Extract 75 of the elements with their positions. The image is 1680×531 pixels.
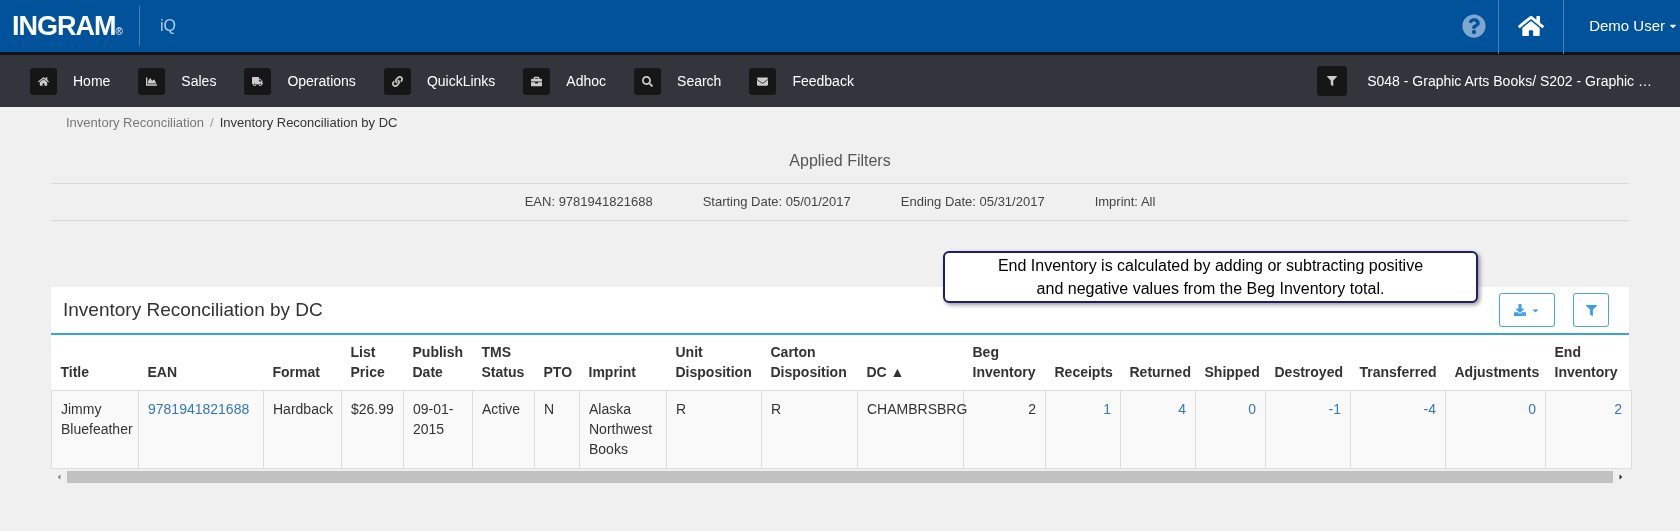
column-header[interactable]: End Inventory <box>1545 335 1632 390</box>
area-chart-icon <box>138 67 166 95</box>
table-link[interactable]: -4 <box>1350 390 1446 468</box>
user-menu[interactable]: Demo User <box>1564 14 1680 38</box>
download-button[interactable] <box>1499 293 1555 327</box>
envelope-icon <box>749 67 777 95</box>
callout: End Inventory is calculated by adding or subtracting positive and negative values from the Beg Inventory total. <box>943 251 1478 303</box>
column-header[interactable]: Carton Disposition <box>761 335 858 390</box>
truck-icon <box>244 67 272 95</box>
column-header[interactable]: Publish Date <box>403 335 473 390</box>
column-header[interactable]: Title <box>51 335 139 390</box>
column-header[interactable]: TMS Status <box>472 335 535 390</box>
filter-icon[interactable] <box>1317 66 1348 96</box>
nav-link[interactable]: QuickLinks <box>383 67 496 95</box>
right-arrow-icon[interactable] <box>1617 472 1625 481</box>
column-header[interactable]: Format <box>263 335 342 390</box>
column-header[interactable]: Imprint <box>579 335 667 390</box>
table-cell: Hardback <box>263 390 342 468</box>
table-link[interactable]: 4 <box>1120 390 1196 468</box>
brand-name: INGRAM <box>12 9 116 43</box>
table-cell: R <box>666 390 762 468</box>
table-link[interactable]: 1 <box>1045 390 1121 468</box>
table-cell: 09-01-2015 <box>403 390 473 468</box>
left-arrow-icon[interactable] <box>55 472 63 481</box>
panel-title: Inventory Reconciliation by DC <box>63 297 323 322</box>
nav-link[interactable]: Operations <box>244 67 356 95</box>
table-cell: Active <box>472 390 535 468</box>
table-cell: Alaska Northwest Books <box>579 390 667 468</box>
download-icon <box>1514 304 1526 316</box>
table-link[interactable]: -1 <box>1265 390 1351 468</box>
home-icon[interactable] <box>1518 13 1545 39</box>
brand-logo[interactable]: INGRAM® <box>0 5 139 47</box>
breadcrumb-item[interactable]: Inventory Reconciliation <box>66 113 205 133</box>
table-cell: N <box>534 390 580 468</box>
column-header[interactable]: Returned <box>1120 335 1196 390</box>
column-header[interactable]: Unit Disposition <box>666 335 762 390</box>
table-link[interactable]: 2 <box>1545 390 1632 468</box>
table-link[interactable]: 0 <box>1445 390 1546 468</box>
nav-link[interactable]: Feedback <box>749 67 854 95</box>
column-header[interactable]: EAN <box>138 335 264 390</box>
column-header[interactable]: Adjustments <box>1445 335 1546 390</box>
table-cell: R <box>761 390 858 468</box>
registered-mark: ® <box>115 25 123 39</box>
filter-button[interactable] <box>1573 293 1609 327</box>
column-header[interactable]: Receipts <box>1045 335 1121 390</box>
table-cell: $26.99 <box>341 390 404 468</box>
nav-link[interactable]: Sales <box>138 67 217 95</box>
filter-label: EAN: 9781941821688 <box>524 193 653 212</box>
breadcrumb-item: Inventory Reconciliation by DC <box>219 114 398 133</box>
table-link[interactable]: 0 <box>1195 390 1266 468</box>
column-header[interactable]: Shipped <box>1195 335 1266 390</box>
app-name[interactable]: iQ <box>139 14 176 38</box>
column-header[interactable]: List Price <box>341 335 404 390</box>
link-icon <box>383 67 411 95</box>
breadcrumb-separator: / <box>209 114 215 133</box>
filters-title: Applied Filters <box>788 151 892 171</box>
filter-label: Starting Date: 05/01/2017 <box>702 193 851 212</box>
briefcase-icon <box>523 67 551 95</box>
help-icon[interactable] <box>1462 14 1487 38</box>
table-link[interactable]: 9781941821688 <box>138 390 264 468</box>
filter-label: Ending Date: 05/31/2017 <box>900 193 1045 212</box>
nav-link[interactable]: Home <box>30 67 111 95</box>
nav-link[interactable]: Search <box>634 67 722 95</box>
table-cell: Jimmy Bluefeather <box>51 390 139 468</box>
filter-label: Imprint: All <box>1094 193 1156 212</box>
filter-icon <box>1585 304 1597 316</box>
context-label: S048 - Graphic Arts Books/ S202 - Graphic … <box>1367 71 1652 91</box>
column-header[interactable]: Transferred <box>1350 335 1446 390</box>
column-header[interactable]: PTO <box>534 335 580 390</box>
search-icon <box>634 67 662 95</box>
nav-link[interactable]: Adhoc <box>523 67 607 95</box>
home-icon <box>30 67 57 95</box>
column-header[interactable]: Destroyed <box>1265 335 1351 390</box>
column-header[interactable]: Beg Inventory <box>963 335 1046 390</box>
column-header[interactable]: DC ▲ <box>857 335 964 390</box>
